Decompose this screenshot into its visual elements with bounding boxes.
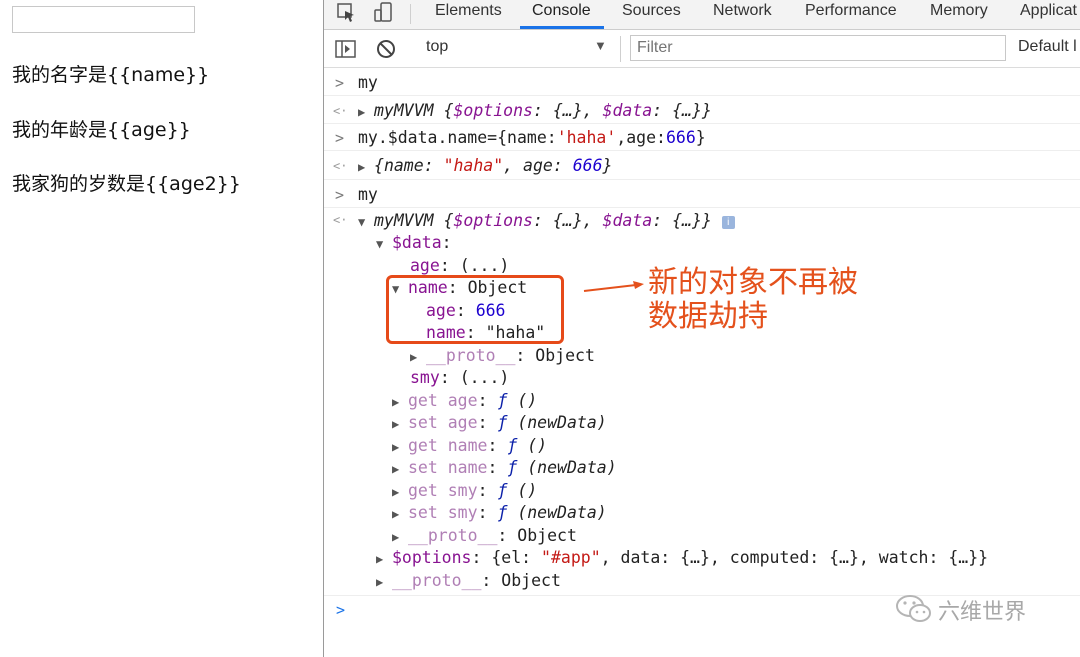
console-result-line[interactable]: <· ▶ {name: "haha", age: 666} xyxy=(324,151,1080,180)
input-prompt-icon: > xyxy=(335,129,345,147)
expand-triangle-icon[interactable]: ▶ xyxy=(358,156,374,178)
sidebar-toggle-icon[interactable] xyxy=(334,37,358,61)
result-prompt-icon: <· xyxy=(333,213,348,227)
inspect-element-icon[interactable] xyxy=(336,2,358,24)
expand-triangle-icon[interactable]: ▶ xyxy=(392,413,408,435)
tab-application[interactable]: Applicat xyxy=(1020,0,1077,29)
tree-smy-lazy[interactable]: smy: (...) xyxy=(410,367,509,389)
expand-triangle-icon[interactable]: ▶ xyxy=(376,548,392,570)
dog-age-text: 我家狗的岁数是{{age2}} xyxy=(12,173,241,195)
highlight-box xyxy=(386,275,564,344)
wechat-icon xyxy=(896,595,931,622)
expand-triangle-icon[interactable]: ▶ xyxy=(376,571,392,593)
input-prompt-icon: > xyxy=(335,74,345,92)
console-input-line: > my xyxy=(324,68,1080,96)
tab-console[interactable]: Console xyxy=(532,0,591,29)
expand-triangle-icon[interactable]: ▶ xyxy=(392,503,408,525)
annotation-arrow-icon xyxy=(583,281,644,292)
console-prompt-icon[interactable]: > xyxy=(336,601,345,619)
tree-accessor[interactable]: ▶ get name: ƒ () xyxy=(392,435,547,458)
tree-data-node[interactable]: ▼ $data: xyxy=(376,232,452,255)
console-input-line: > my.$data.name={name:'haha',age:666} xyxy=(324,124,1080,151)
expand-triangle-icon[interactable]: ▶ xyxy=(392,526,408,548)
expand-triangle-icon[interactable]: ▶ xyxy=(392,436,408,458)
annotation-line: 数据劫持 xyxy=(648,299,768,334)
annotation-text: 新的对象不再被 数据劫持 xyxy=(648,266,858,334)
result-prompt-icon: <· xyxy=(333,104,348,118)
age-text: 我的年龄是{{age}} xyxy=(12,119,191,141)
context-selector[interactable]: top ▼ xyxy=(424,38,609,60)
result-object[interactable]: ▶ {name: "haha", age: 666} xyxy=(358,155,612,178)
result-object[interactable]: ▼ myMVVM {$options: {…}, $data: {…}} i xyxy=(358,210,735,233)
toolbar-separator xyxy=(620,36,621,62)
annotation-line: 新的对象不再被 xyxy=(648,265,858,300)
tree-accessor[interactable]: ▶ get smy: ƒ () xyxy=(392,480,537,503)
console-toolbar: top ▼ Default l xyxy=(324,30,1080,68)
collapse-triangle-icon[interactable]: ▼ xyxy=(358,211,374,233)
tree-options-node[interactable]: ▶ $options: {el: "#app", data: {…}, compu… xyxy=(376,547,988,570)
log-levels-dropdown[interactable]: Default l xyxy=(1018,38,1077,56)
tab-network[interactable]: Network xyxy=(713,0,772,29)
clear-console-icon[interactable] xyxy=(374,37,398,61)
tree-accessor[interactable]: ▶ set name: ƒ (newData) xyxy=(392,457,617,480)
page-preview: 我的名字是{{name}} 我的年龄是{{age}} 我家狗的岁数是{{age2… xyxy=(0,0,323,657)
watermark-text: 六维世界 xyxy=(938,600,1027,625)
tree-accessor[interactable]: ▶ set age: ƒ (newData) xyxy=(392,412,607,435)
collapse-triangle-icon[interactable]: ▼ xyxy=(376,233,392,255)
tab-performance[interactable]: Performance xyxy=(805,0,897,29)
console-input-line: > my xyxy=(324,180,1080,208)
tree-data-proto[interactable]: ▶ __proto__: Object xyxy=(392,525,577,548)
result-object[interactable]: ▶ myMVVM {$options: {…}, $data: {…}} xyxy=(358,100,712,123)
expand-triangle-icon[interactable]: ▶ xyxy=(392,481,408,503)
tree-root-proto[interactable]: ▶ __proto__: Object xyxy=(376,570,561,593)
command-text: my xyxy=(358,185,378,204)
command-text: my xyxy=(358,73,378,92)
context-label: top xyxy=(426,38,449,55)
name-text: 我的名字是{{name}} xyxy=(12,64,210,86)
expand-triangle-icon[interactable]: ▶ xyxy=(410,346,426,368)
devtools-tab-bar: Elements Console Sources Network Perform… xyxy=(324,0,1080,30)
command-text: my.$data.name={name:'haha',age:666} xyxy=(358,128,706,147)
device-toggle-icon[interactable] xyxy=(372,2,394,24)
info-icon[interactable]: i xyxy=(721,216,735,229)
expand-triangle-icon[interactable]: ▶ xyxy=(392,391,408,413)
tab-memory[interactable]: Memory xyxy=(930,0,988,29)
dropdown-arrow-icon: ▼ xyxy=(594,38,607,53)
tree-accessor[interactable]: ▶ set smy: ƒ (newData) xyxy=(392,502,607,525)
tree-accessor[interactable]: ▶ get age: ƒ () xyxy=(392,390,537,413)
watermark: 六维世界 xyxy=(894,592,1074,628)
expand-triangle-icon[interactable]: ▶ xyxy=(358,101,374,123)
tree-age-lazy[interactable]: age: (...) xyxy=(410,255,509,277)
devtools-panel: Elements Console Sources Network Perform… xyxy=(324,0,1080,657)
name-input[interactable] xyxy=(12,6,195,33)
result-prompt-icon: <· xyxy=(333,159,348,173)
tree-proto-node[interactable]: ▶ __proto__: Object xyxy=(410,345,595,368)
console-result-line[interactable]: <· ▶ myMVVM {$options: {…}, $data: {…}} xyxy=(324,96,1080,124)
toolbar-separator xyxy=(410,4,411,24)
input-prompt-icon: > xyxy=(335,186,345,204)
tab-elements[interactable]: Elements xyxy=(435,0,502,29)
console-output: > my <· ▶ myMVVM {$options: {…}, $data: {… xyxy=(324,68,1080,657)
active-tab-indicator xyxy=(520,26,604,29)
filter-input[interactable] xyxy=(630,35,1006,61)
tab-sources[interactable]: Sources xyxy=(622,0,681,29)
expand-triangle-icon[interactable]: ▶ xyxy=(392,458,408,480)
